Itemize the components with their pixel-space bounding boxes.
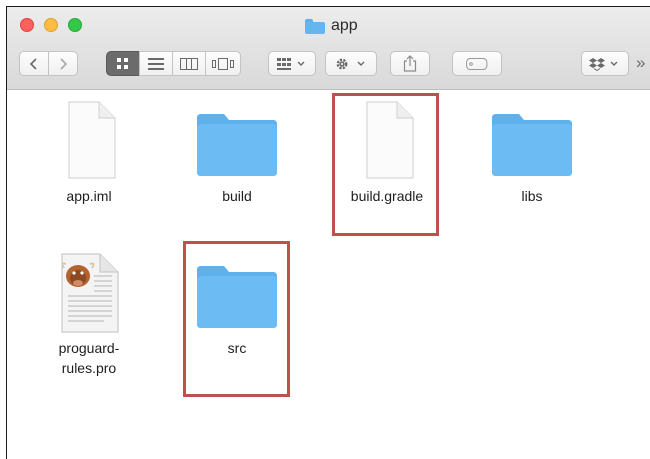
highlight-box-src — [183, 241, 290, 397]
folder-icon — [197, 114, 277, 176]
file-grid: app.iml build build.gradle libs proguard… — [7, 90, 650, 459]
toolbar-overflow-button[interactable]: » — [636, 53, 645, 73]
list-view-button[interactable] — [139, 51, 173, 76]
file-name: proguard- rules.pro — [58, 340, 120, 376]
file-name: libs — [521, 188, 543, 204]
back-button[interactable] — [19, 51, 49, 76]
finder-window: app » app.iml build build.gradle libs pr… — [6, 6, 650, 459]
title-bar: app » — [7, 7, 650, 90]
dropbox-icon — [589, 57, 618, 71]
file-name: app.iml — [66, 188, 112, 204]
column-view-button[interactable] — [172, 51, 206, 76]
highlight-box-build-gradle — [332, 93, 439, 236]
cover-flow-icon — [212, 57, 234, 70]
close-button[interactable] — [20, 18, 34, 32]
arrange-grid-icon — [277, 57, 305, 70]
window-title: app — [305, 16, 358, 36]
list-icon — [148, 57, 164, 70]
tags-button[interactable] — [452, 51, 502, 76]
proguard-document-icon — [61, 253, 119, 333]
folder-icon — [492, 114, 572, 176]
document-icon — [68, 101, 116, 179]
gear-icon — [336, 58, 365, 69]
arrange-button[interactable] — [268, 51, 316, 76]
icon-view-button[interactable] — [106, 51, 140, 76]
grid-icon — [117, 57, 128, 69]
file-name: build — [222, 188, 252, 204]
chevron-right-icon — [60, 57, 68, 70]
tag-icon — [466, 57, 488, 70]
gallery-view-button[interactable] — [205, 51, 241, 76]
share-icon — [403, 55, 417, 72]
dropbox-button[interactable] — [581, 51, 629, 76]
chevron-left-icon — [29, 57, 37, 70]
window-title-text: app — [331, 17, 358, 34]
file-item[interactable]: proguard- rules.pro — [29, 252, 149, 378]
file-item[interactable]: app.iml — [29, 100, 149, 206]
forward-button[interactable] — [48, 51, 78, 76]
minimize-button[interactable] — [44, 18, 58, 32]
zoom-button[interactable] — [68, 18, 82, 32]
folder-item[interactable]: build — [177, 100, 297, 206]
action-button[interactable] — [325, 51, 377, 76]
folder-icon — [305, 18, 325, 34]
folder-item[interactable]: libs — [472, 100, 592, 206]
columns-icon — [180, 57, 198, 70]
share-button[interactable] — [390, 51, 430, 76]
